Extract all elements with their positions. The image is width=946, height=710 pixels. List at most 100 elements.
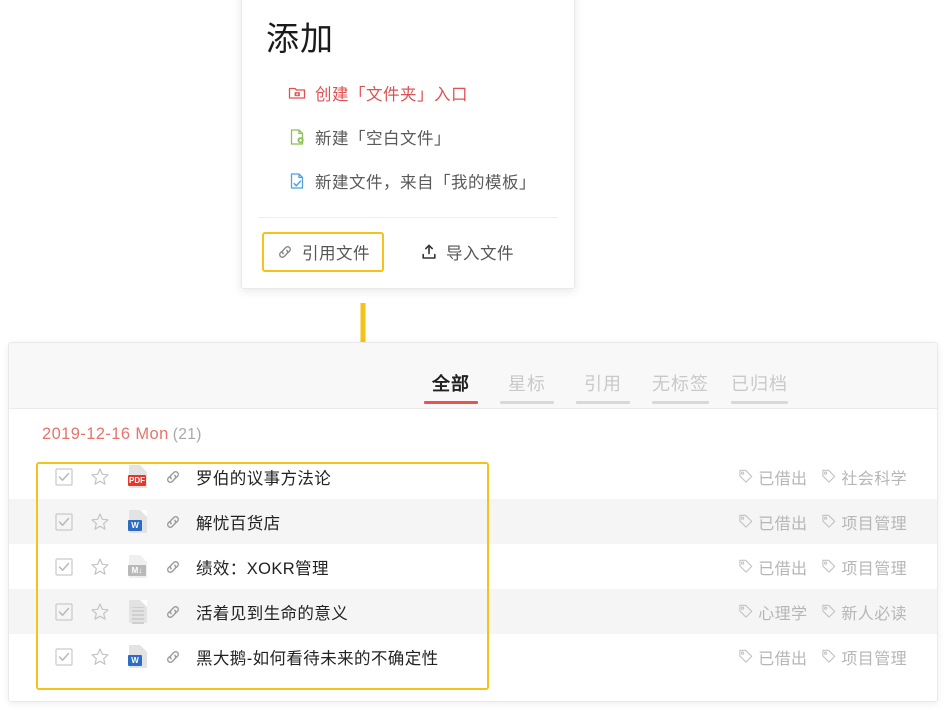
row-checkbox[interactable] [55, 467, 73, 486]
tab-archived[interactable]: 已归档 [731, 370, 788, 408]
file-type-icon-word: W [126, 644, 150, 670]
link-icon [276, 243, 294, 261]
tag-label: 已借出 [758, 515, 808, 533]
star-icon[interactable] [90, 557, 110, 577]
file-list-card: 全部 星标 引用 无标签 已归档 2019-12-16 Mon (21) PDF… [8, 342, 938, 702]
tab-underline [424, 401, 478, 404]
tab-underline [731, 401, 788, 404]
tag-icon [738, 514, 753, 529]
tag-icon [821, 469, 836, 484]
table-row[interactable]: W 黑大鹅-如何看待未来的不确定性 已借出 项目管理 [9, 634, 937, 679]
filter-tabs: 全部 星标 引用 无标签 已归档 [424, 370, 788, 408]
tag-chip[interactable]: 已借出 [738, 555, 807, 579]
file-type-label: PDF [128, 474, 146, 486]
tag-chip[interactable]: 已借出 [738, 645, 807, 669]
import-file-button[interactable]: 导入文件 [410, 234, 524, 270]
file-type-icon-markdown: M↓ [126, 554, 150, 580]
reference-file-button[interactable]: 引用文件 [262, 232, 384, 273]
menu-item-new-blank-file[interactable]: 新建「空白文件」 [242, 115, 574, 159]
row-title[interactable]: 黑大鹅-如何看待未来的不确定性 [196, 645, 439, 669]
star-icon[interactable] [90, 467, 110, 487]
file-template-icon [288, 172, 306, 190]
tag-icon [821, 514, 836, 529]
date-group-header: 2019-12-16 Mon (21) [9, 409, 937, 454]
tab-label: 无标签 [652, 374, 709, 394]
tag-label: 已借出 [758, 470, 808, 488]
file-type-label: W [128, 519, 142, 531]
link-icon[interactable] [164, 468, 182, 486]
add-popup-panel: 添加 创建「文件夹」入口 新建「空白文件」 新建文件，来自「我的模板」 引用文件… [241, 0, 575, 290]
tag-icon [738, 469, 753, 484]
tag-icon [738, 649, 753, 664]
tab-label: 已归档 [731, 374, 788, 394]
tab-label: 引用 [584, 374, 622, 394]
link-icon[interactable] [164, 648, 182, 666]
tag-chip[interactable]: 项目管理 [821, 645, 907, 669]
reference-file-label: 引用文件 [302, 245, 370, 264]
star-icon[interactable] [90, 512, 110, 532]
import-file-label: 导入文件 [446, 245, 514, 264]
row-checkbox[interactable] [55, 557, 73, 576]
tag-chip[interactable]: 新人必读 [821, 600, 907, 624]
tab-label: 星标 [508, 374, 546, 394]
star-icon[interactable] [90, 602, 110, 622]
table-row[interactable]: W 解忧百货店 已借出 项目管理 [9, 499, 937, 544]
tag-chip[interactable]: 社会科学 [821, 465, 907, 489]
row-tags: 已借出 项目管理 [738, 645, 937, 669]
tab-underline [500, 401, 554, 404]
tab-referenced[interactable]: 引用 [576, 370, 630, 408]
table-row[interactable]: PDF 罗伯的议事方法论 已借出 社会科学 [9, 454, 937, 499]
row-title[interactable]: 活着见到生命的意义 [196, 600, 348, 624]
tag-label: 社会科学 [841, 470, 907, 488]
row-checkbox[interactable] [55, 647, 73, 666]
file-add-icon [288, 128, 306, 146]
card-header: 全部 星标 引用 无标签 已归档 [9, 343, 937, 409]
file-list: PDF 罗伯的议事方法论 已借出 社会科学 W 解忧百货店 已借出 项目管理 M… [9, 454, 937, 679]
row-title[interactable]: 解忧百货店 [196, 510, 281, 534]
link-icon[interactable] [164, 558, 182, 576]
tag-chip[interactable]: 项目管理 [821, 555, 907, 579]
table-row[interactable]: 活着见到生命的意义 心理学 新人必读 [9, 589, 937, 634]
menu-item-label: 新建文件，来自「我的模板」 [315, 174, 536, 193]
tag-label: 项目管理 [841, 560, 907, 578]
tag-label: 项目管理 [841, 650, 907, 668]
tag-chip[interactable]: 已借出 [738, 510, 807, 534]
tag-chip[interactable]: 项目管理 [821, 510, 907, 534]
file-type-icon-word: W [126, 509, 150, 535]
date-group-label: 2019-12-16 Mon [42, 425, 169, 443]
tag-icon [738, 604, 753, 619]
link-icon[interactable] [164, 513, 182, 531]
folder-add-icon [288, 84, 306, 102]
tag-label: 项目管理 [841, 515, 907, 533]
upload-icon [420, 243, 438, 261]
tag-chip[interactable]: 已借出 [738, 465, 807, 489]
file-type-label: W [128, 654, 142, 666]
tag-label: 已借出 [758, 650, 808, 668]
tab-all[interactable]: 全部 [424, 370, 478, 408]
tab-underline [576, 401, 630, 404]
file-type-icon-pdf: PDF [126, 464, 150, 490]
link-icon[interactable] [164, 603, 182, 621]
tag-chip[interactable]: 心理学 [738, 600, 807, 624]
row-tags: 已借出 社会科学 [738, 465, 937, 489]
tag-label: 已借出 [758, 560, 808, 578]
tab-underline [652, 401, 709, 404]
add-popup-footer: 引用文件 导入文件 [242, 218, 574, 288]
star-icon[interactable] [90, 647, 110, 667]
tag-icon [821, 604, 836, 619]
tab-starred[interactable]: 星标 [500, 370, 554, 408]
table-row[interactable]: M↓ 绩效：XOKR管理 已借出 项目管理 [9, 544, 937, 589]
row-title[interactable]: 罗伯的议事方法论 [196, 465, 331, 489]
tag-icon [738, 559, 753, 574]
tab-untagged[interactable]: 无标签 [652, 370, 709, 408]
menu-item-new-file-from-template[interactable]: 新建文件，来自「我的模板」 [242, 159, 574, 203]
tab-label: 全部 [432, 374, 470, 394]
tag-label: 新人必读 [841, 605, 907, 623]
menu-item-create-folder-entry[interactable]: 创建「文件夹」入口 [242, 71, 574, 115]
add-popup-title: 添加 [266, 20, 334, 57]
row-title[interactable]: 绩效：XOKR管理 [196, 555, 329, 579]
tag-icon [821, 559, 836, 574]
row-checkbox[interactable] [55, 512, 73, 531]
file-type-icon-document [126, 599, 150, 625]
row-checkbox[interactable] [55, 602, 73, 621]
